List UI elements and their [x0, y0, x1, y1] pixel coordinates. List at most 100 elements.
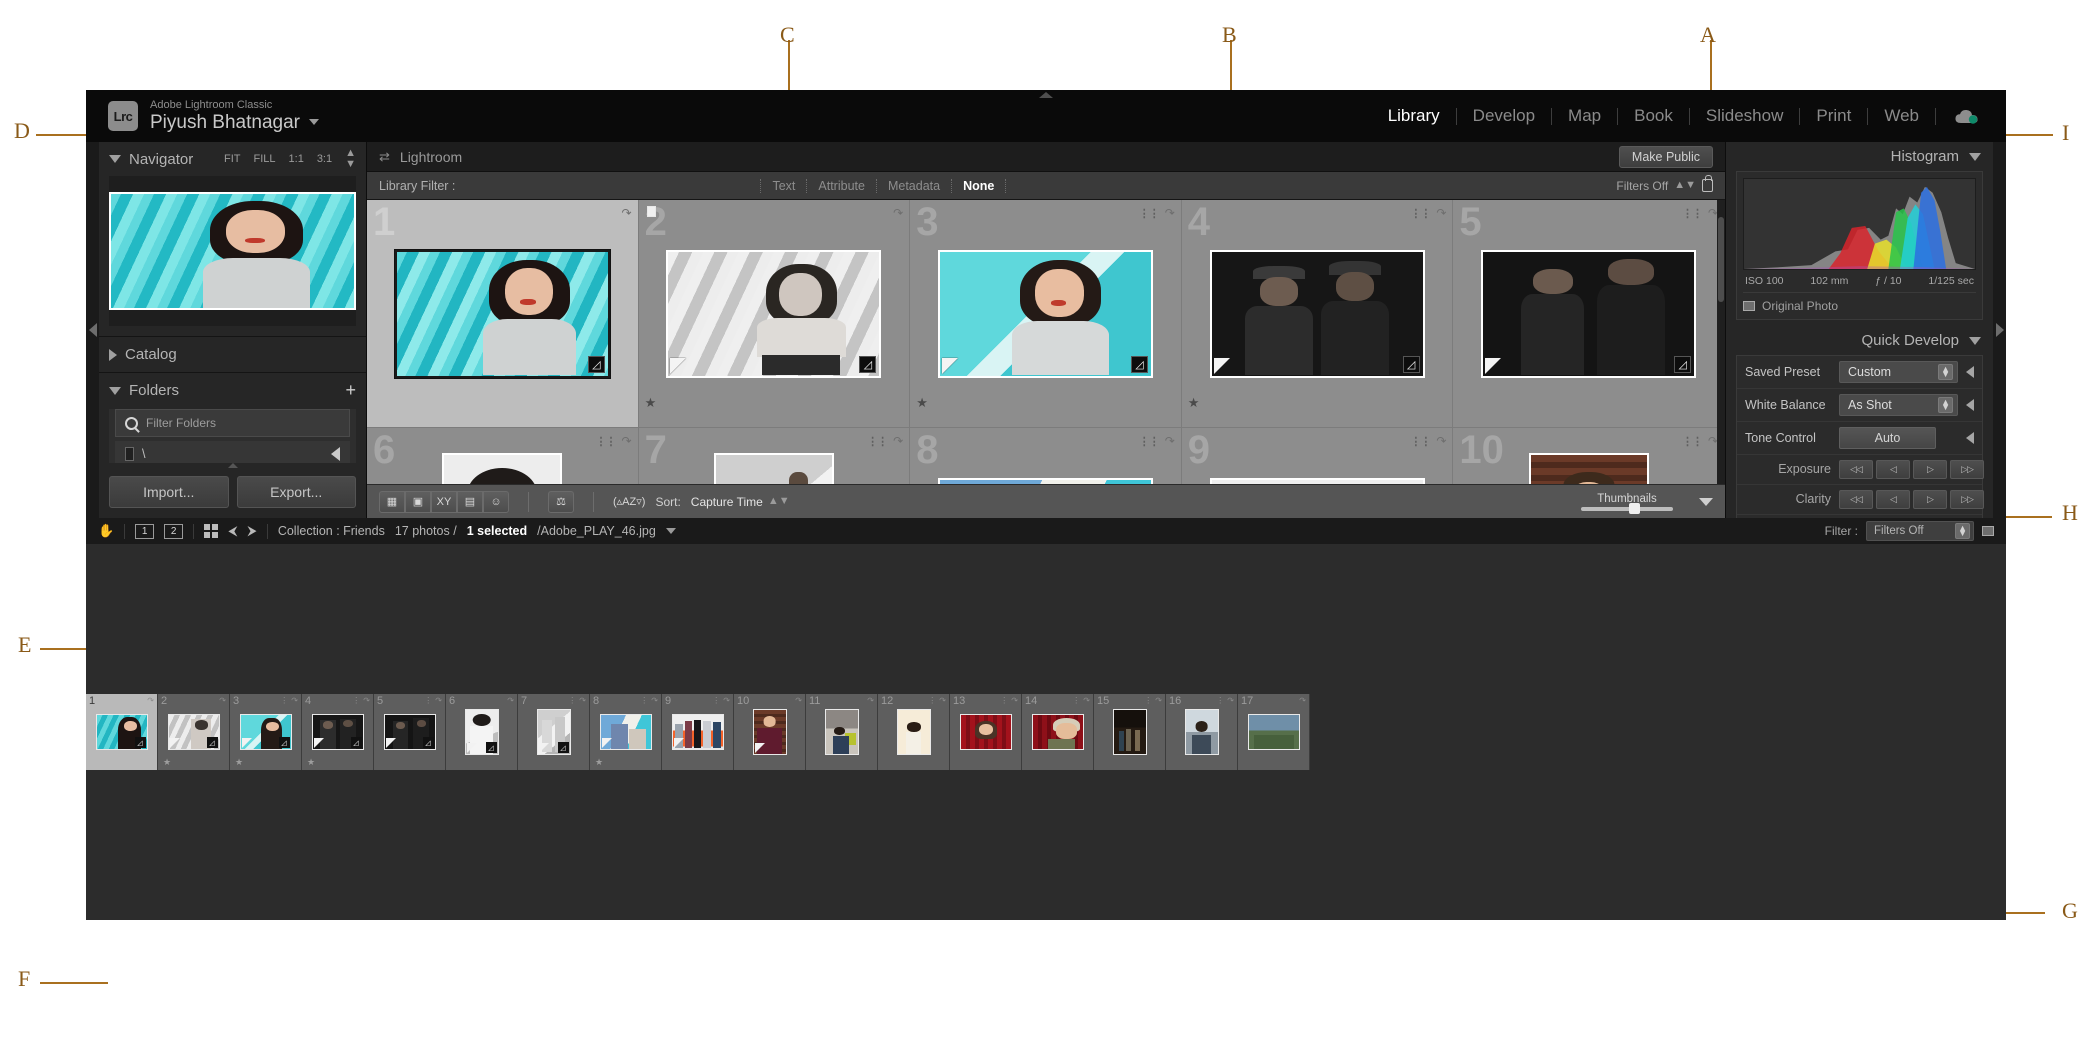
export-button[interactable]: Export...: [237, 476, 357, 508]
plus-icon[interactable]: +: [345, 384, 356, 397]
star-rating-badge[interactable]: ★: [1188, 395, 1200, 411]
disclosure-triangle-icon[interactable]: [109, 155, 121, 163]
chevron-left-icon[interactable]: [89, 323, 97, 337]
thumbnail[interactable]: ◿: [938, 250, 1153, 378]
thumbnail[interactable]: [938, 478, 1153, 485]
breadcrumb-label[interactable]: Lightroom: [400, 149, 462, 165]
disclosure-triangle-icon[interactable]: [1969, 337, 1981, 345]
sync-arrow-icon[interactable]: ↷: [1165, 434, 1175, 448]
slider-track[interactable]: [1581, 507, 1673, 511]
thumbnail[interactable]: ◿: [714, 453, 834, 485]
filmstrip-item[interactable]: 13 ⋮↷: [950, 694, 1022, 770]
grid-view-icon[interactable]: ▦: [379, 491, 405, 513]
right-panel-collapse[interactable]: [1993, 142, 2006, 518]
exposure-decrease-large[interactable]: ◁◁: [1839, 460, 1873, 479]
sync-arrow-icon[interactable]: ↷: [893, 434, 903, 448]
filter-tab-text[interactable]: Text: [760, 179, 807, 193]
star-rating-badge[interactable]: ★: [307, 757, 315, 768]
tone-control-auto-button[interactable]: Auto: [1839, 427, 1936, 449]
sort-az-icon[interactable]: (▵A​Z▿): [613, 491, 645, 513]
filmstrip-item[interactable]: 2 ↷ ◿ ★: [158, 694, 230, 770]
filmstrip-filter-select[interactable]: Filters Off ▲▼: [1866, 521, 1974, 541]
grid-cell[interactable]: 4 ⋮⋮ ↷: [1182, 200, 1454, 428]
cloud-sync-icon[interactable]: [1954, 108, 1980, 125]
filmstrip-thumbnail[interactable]: [960, 714, 1012, 750]
zoom-1-1[interactable]: 1:1: [289, 153, 304, 165]
filmstrip-item[interactable]: 11 ↷: [806, 694, 878, 770]
filmstrip-item[interactable]: 9 ⋮↷: [662, 694, 734, 770]
chevron-down-icon[interactable]: [666, 528, 676, 534]
module-library[interactable]: Library: [1372, 106, 1456, 126]
exposure-decrease[interactable]: ◁: [1876, 460, 1910, 479]
grid-cell[interactable]: 5 ⋮⋮ ↷: [1453, 200, 1725, 428]
filmstrip-item[interactable]: 10 ↷: [734, 694, 806, 770]
filmstrip-thumbnail[interactable]: ◿: [168, 714, 220, 750]
screen-1-button[interactable]: 1: [135, 524, 154, 539]
sync-arrow-icon[interactable]: ↷: [1165, 206, 1175, 220]
clarity-increase-large[interactable]: ▷▷: [1950, 490, 1984, 509]
compare-view-icon[interactable]: XY: [431, 491, 457, 513]
exposure-increase[interactable]: ▷: [1913, 460, 1947, 479]
import-button[interactable]: Import...: [109, 476, 229, 508]
metadata-badge-icon[interactable]: ⋮⋮: [1139, 207, 1159, 220]
disclosure-triangle-icon[interactable]: [1969, 153, 1981, 161]
filmstrip-item[interactable]: 6 ↷ ◿: [446, 694, 518, 770]
sync-arrow-icon[interactable]: ↷: [1436, 434, 1446, 448]
metadata-badge-icon[interactable]: ⋮⋮: [1410, 207, 1430, 220]
folders-header[interactable]: Folders +: [99, 376, 366, 405]
thumbnail[interactable]: ◿: [1481, 250, 1696, 378]
filter-tab-attribute[interactable]: Attribute: [807, 179, 877, 193]
star-rating-badge[interactable]: ★: [235, 757, 243, 768]
filmstrip-item[interactable]: 12 ⋮↷: [878, 694, 950, 770]
filmstrip-thumbnail[interactable]: [897, 709, 931, 755]
survey-view-icon[interactable]: ▤: [457, 491, 483, 513]
lock-icon[interactable]: [1702, 179, 1713, 192]
chevron-right-icon[interactable]: [1996, 323, 2004, 337]
left-panel-collapse[interactable]: [86, 142, 99, 518]
module-map[interactable]: Map: [1552, 106, 1617, 126]
thumbnail-size-slider[interactable]: Thumbnails: [1581, 493, 1673, 511]
module-slideshow[interactable]: Slideshow: [1690, 106, 1800, 126]
disclosure-triangle-icon[interactable]: [109, 349, 117, 361]
flag-icon[interactable]: [647, 206, 656, 217]
metadata-badge-icon[interactable]: ⋮⋮: [1682, 207, 1702, 220]
metadata-badge-icon[interactable]: ⋮⋮: [596, 435, 616, 448]
filmstrip-thumbnail[interactable]: [1185, 709, 1219, 755]
stepper-icon[interactable]: ▲▼: [1955, 523, 1970, 539]
filmstrip-item[interactable]: 16 ⋮↷: [1166, 694, 1238, 770]
metadata-badge-icon[interactable]: ⋮⋮: [867, 435, 887, 448]
left-panel-scroll[interactable]: Navigator FIT FILL 1:1 3:1 ▲▼: [99, 142, 366, 463]
sort-value[interactable]: Capture Time ▲▼: [691, 495, 790, 509]
grid-cell[interactable]: 10 ⋮⋮ ↷: [1453, 428, 1725, 484]
disclosure-left-icon[interactable]: [1966, 366, 1974, 378]
sync-arrow-icon[interactable]: ↷: [622, 434, 632, 448]
arrow-left-icon[interactable]: ⮜: [228, 523, 237, 539]
user-name-row[interactable]: Piyush Bhatnagar: [150, 112, 319, 133]
filmstrip-item[interactable]: 8 ⋮↷ ★: [590, 694, 662, 770]
sync-arrow-icon[interactable]: ↷: [622, 206, 632, 220]
disclosure-left-icon[interactable]: [1966, 432, 1974, 444]
grid-cell[interactable]: 2 ↷ ◿: [639, 200, 911, 428]
histogram-plot[interactable]: [1743, 178, 1976, 270]
thumbnail[interactable]: ◿: [666, 250, 881, 378]
metadata-badge-icon[interactable]: ⋮⋮: [1139, 435, 1159, 448]
clarity-decrease[interactable]: ◁: [1876, 490, 1910, 509]
filmstrip-item[interactable]: 1 ↷ ◿: [86, 694, 158, 770]
histogram-header[interactable]: Histogram: [1726, 142, 1993, 171]
chevron-down-icon[interactable]: [309, 119, 319, 125]
filmstrip-thumbnail[interactable]: ◿: [384, 714, 436, 750]
folder-row-root[interactable]: \: [115, 441, 350, 463]
zoom-fit[interactable]: FIT: [224, 153, 241, 165]
star-rating-badge[interactable]: ★: [163, 757, 171, 768]
grid-scrollbar[interactable]: [1717, 200, 1725, 484]
navigator-preview[interactable]: [109, 176, 356, 326]
star-rating-badge[interactable]: ★: [645, 395, 657, 411]
filter-toggle-icon[interactable]: [1982, 526, 1994, 536]
grid-cell[interactable]: 3 ⋮⋮ ↷: [910, 200, 1182, 428]
filmstrip-thumbnail[interactable]: [825, 709, 859, 755]
filmstrip-thumbnail[interactable]: [1113, 709, 1147, 755]
filmstrip-grid-icon[interactable]: [204, 524, 218, 538]
people-view-icon[interactable]: ☺: [483, 491, 509, 513]
screen-2-button[interactable]: 2: [164, 524, 183, 539]
filmstrip-item[interactable]: 4 ⋮↷ ◿ ★: [302, 694, 374, 770]
